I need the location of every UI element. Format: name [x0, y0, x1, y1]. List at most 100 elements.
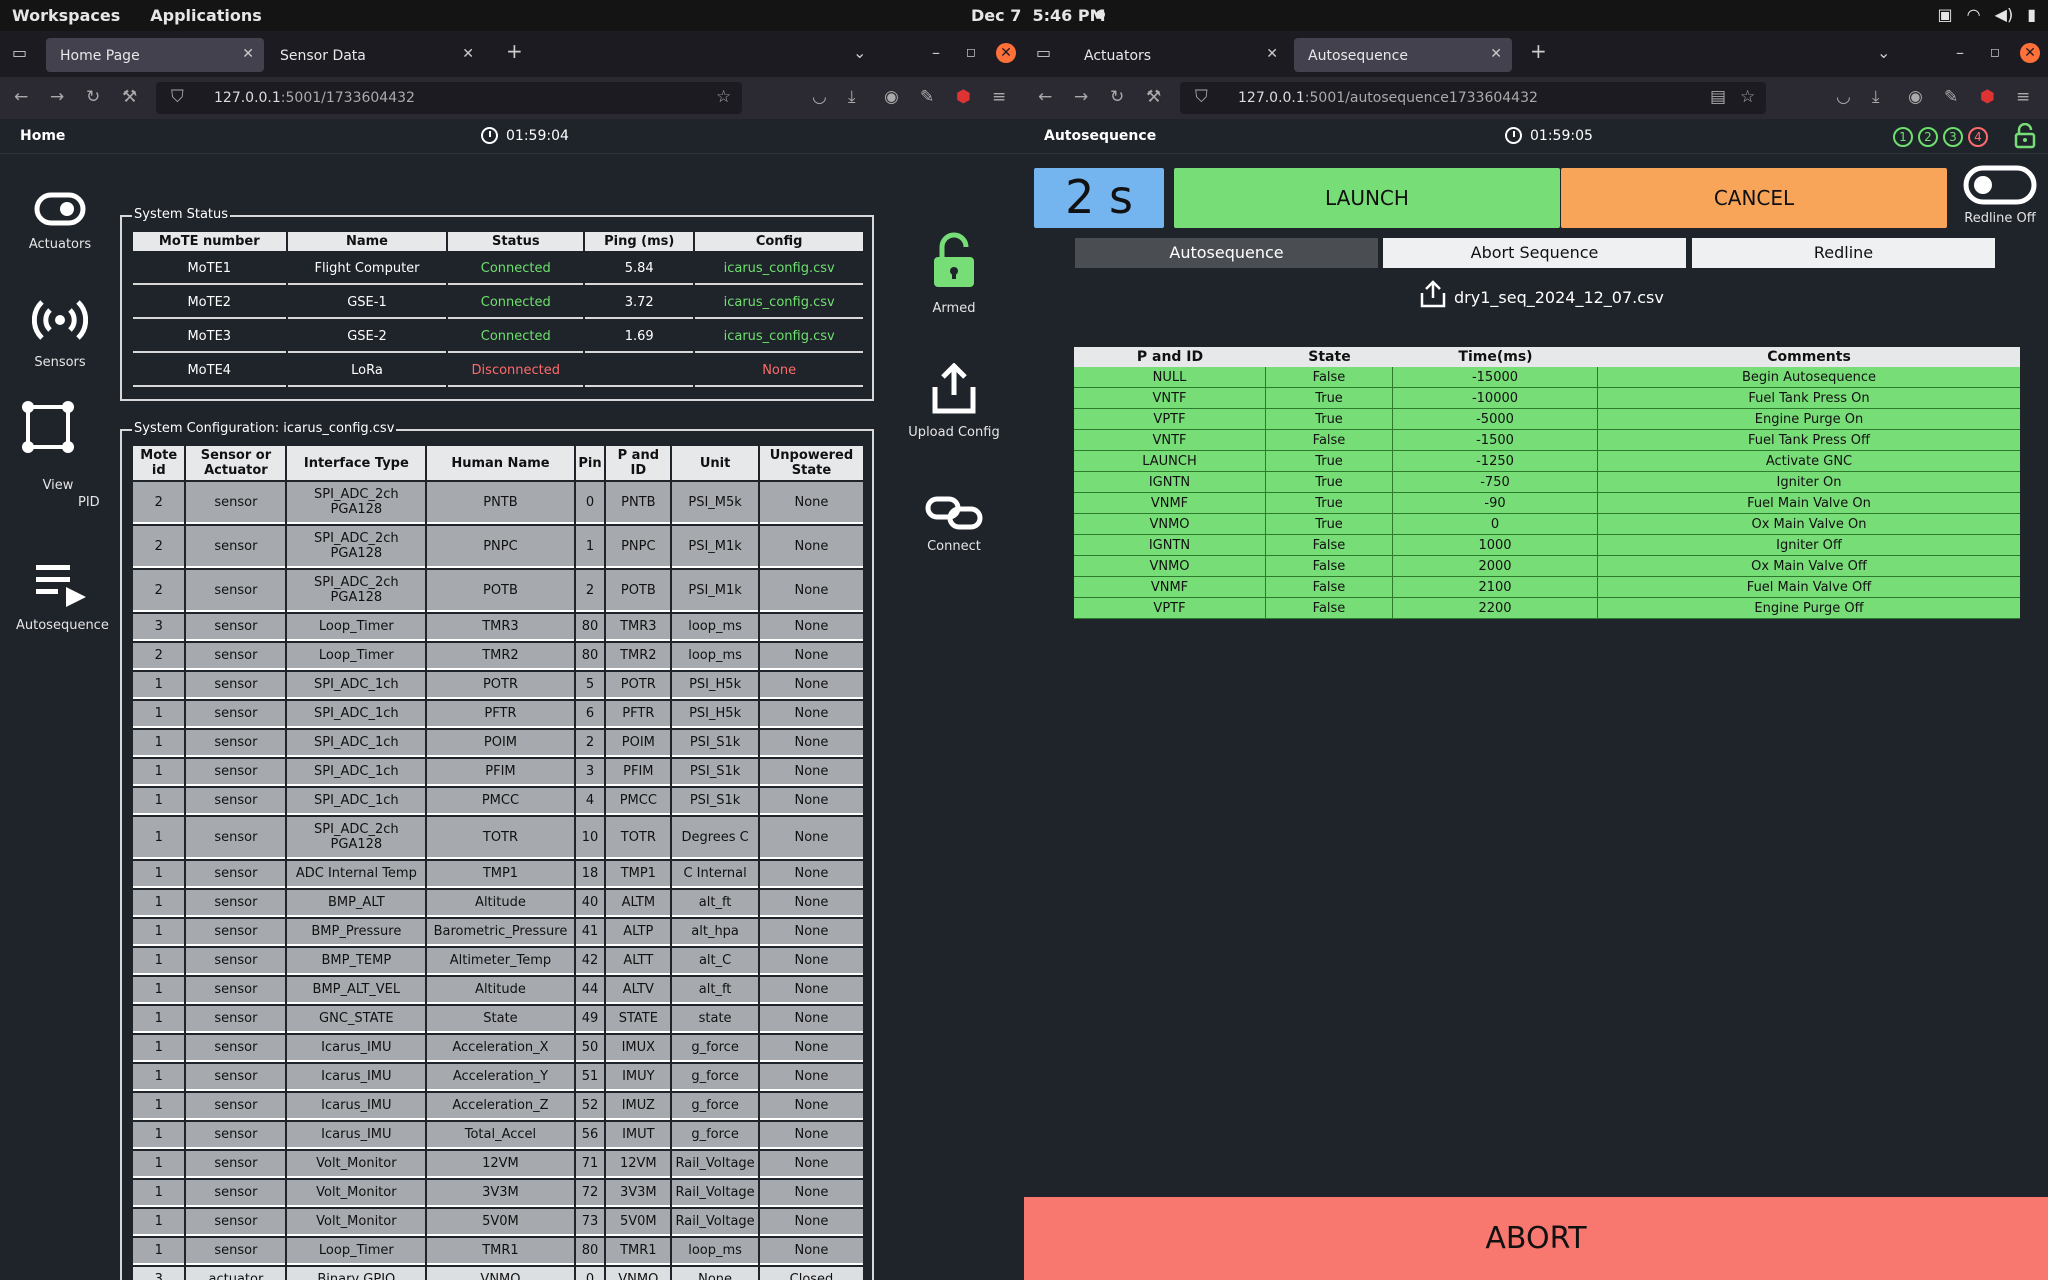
account-icon[interactable]: ◉	[1908, 87, 1923, 107]
tab-redline[interactable]: Redline	[1692, 238, 1995, 268]
redline-toggle[interactable]: Redline Off	[1962, 165, 2038, 226]
upload-config-button[interactable]: Upload Config	[894, 362, 1014, 440]
reader-view-icon[interactable]: ▤	[1710, 87, 1726, 107]
config-cell: sensor	[186, 614, 286, 641]
sidebar-item-actuators[interactable]: Actuators	[16, 189, 104, 252]
sequence-file[interactable]: dry1_seq_2024_12_07.csv	[1420, 280, 1664, 308]
armed-button[interactable]: Armed	[894, 231, 1014, 316]
sequence-cell: True	[1266, 451, 1393, 472]
account-icon[interactable]: ◉	[884, 87, 899, 107]
tab-list-icon[interactable]: ▭	[12, 43, 27, 62]
config-cell: PSI_S1k	[672, 759, 758, 786]
sequence-cell: -5000	[1393, 409, 1598, 430]
chevron-down-icon[interactable]: ⌄	[1877, 43, 1890, 62]
config-cell: sensor	[186, 1006, 286, 1033]
maximize-icon[interactable]: ◻	[966, 45, 976, 59]
config-cell: TMR3	[427, 614, 574, 641]
new-tab-icon[interactable]: +	[1530, 39, 1547, 63]
ublock-icon[interactable]: ⬢	[1980, 87, 1995, 107]
forward-icon[interactable]: →	[1074, 87, 1088, 107]
pocket-icon[interactable]: ◡	[812, 87, 827, 107]
window-close-icon[interactable]: ✕	[2020, 43, 2040, 63]
config-cell: 1	[133, 1006, 185, 1033]
sequence-cell: False	[1266, 577, 1393, 598]
tab-list-icon[interactable]: ▭	[1036, 43, 1051, 62]
tab-home-page[interactable]: Home Page ✕	[46, 38, 264, 72]
reload-icon[interactable]: ↻	[1110, 87, 1124, 107]
sequence-cell: 0	[1393, 514, 1598, 535]
workspaces-menu[interactable]: Workspaces	[12, 6, 120, 25]
tools-icon[interactable]: ⚒	[1146, 87, 1161, 107]
config-cell: SPI_ADC_2ch PGA128	[287, 817, 426, 859]
sequence-cell: 1000	[1393, 535, 1598, 556]
tab-sensor-data[interactable]: Sensor Data ✕	[266, 38, 484, 72]
url-bar[interactable]: 127.0.0.1:5001/autosequence1733604432	[1180, 82, 1766, 114]
sidebar-item-pid-view[interactable]: PID View	[16, 401, 104, 510]
forward-icon[interactable]: →	[50, 87, 64, 107]
config-cell: None	[672, 1267, 758, 1280]
shield-icon[interactable]: ⛉	[171, 87, 184, 107]
close-tab-icon[interactable]: ✕	[1490, 46, 1502, 62]
sidebar-item-sensors[interactable]: Sensors	[16, 296, 104, 370]
config-cell: SPI_ADC_2ch PGA128	[287, 570, 426, 612]
close-tab-icon[interactable]: ✕	[1266, 46, 1278, 62]
config-cell: sensor	[186, 919, 286, 946]
abort-button[interactable]: ABORT	[1024, 1197, 2048, 1280]
config-cell: PSI_S1k	[672, 730, 758, 757]
browser-window-right: ▭ Actuators ✕ Autosequence ✕ + ⌄ – ◻ ✕ ← →…	[1024, 31, 2048, 1280]
volume-icon[interactable]: ◀)	[1995, 5, 2014, 24]
menu-icon[interactable]: ≡	[992, 87, 1006, 107]
launch-button[interactable]: LAUNCH	[1174, 168, 1560, 228]
maximize-icon[interactable]: ◻	[1990, 45, 2000, 59]
reload-icon[interactable]: ↻	[86, 87, 100, 107]
close-tab-icon[interactable]: ✕	[462, 46, 474, 62]
download-icon[interactable]: ⤓	[848, 87, 856, 107]
battery-icon[interactable]: ▮	[2027, 5, 2036, 24]
config-cell: Rail_Voltage	[672, 1180, 758, 1207]
config-cell: None	[759, 1006, 863, 1033]
minimize-icon[interactable]: –	[1956, 43, 1964, 62]
tab-autosequence[interactable]: Autosequence ✕	[1294, 38, 1512, 72]
download-icon[interactable]: ⤓	[1872, 87, 1880, 107]
cancel-button[interactable]: CANCEL	[1561, 168, 1947, 228]
applications-menu[interactable]: Applications	[150, 6, 262, 25]
tab-autosequence-view[interactable]: Autosequence	[1075, 238, 1378, 268]
bookmark-star-icon[interactable]: ☆	[716, 87, 731, 107]
config-cell: 1	[133, 977, 185, 1004]
lock-icon[interactable]	[2014, 122, 2036, 153]
connect-button[interactable]: Connect	[894, 495, 1014, 554]
tab-actuators[interactable]: Actuators ✕	[1070, 38, 1288, 72]
new-tab-icon[interactable]: +	[506, 39, 523, 63]
config-cell: 1	[133, 1035, 185, 1062]
extensions-icon[interactable]: ✎	[1944, 87, 1958, 107]
back-icon[interactable]: ←	[14, 87, 28, 107]
tab-abort-sequence[interactable]: Abort Sequence	[1383, 238, 1686, 268]
config-cell: None	[759, 1180, 863, 1207]
toggle-icon	[16, 189, 104, 237]
config-cell: PFTR	[427, 701, 574, 728]
minimize-icon[interactable]: –	[932, 43, 940, 62]
config-cell: PSI_H5k	[672, 672, 758, 699]
pocket-icon[interactable]: ◡	[1836, 87, 1851, 107]
chevron-down-icon[interactable]: ⌄	[853, 43, 866, 62]
clock-display[interactable]: Dec 7 5:46 PM	[971, 6, 1105, 25]
bookmark-star-icon[interactable]: ☆	[1740, 87, 1755, 107]
tools-icon[interactable]: ⚒	[122, 87, 137, 107]
url-bar[interactable]: 127.0.0.1:5001/1733604432	[156, 82, 742, 114]
extensions-icon[interactable]: ✎	[920, 87, 934, 107]
wifi-icon[interactable]: ◠	[1967, 5, 1981, 24]
status-cell: Flight Computer	[287, 253, 447, 285]
back-icon[interactable]: ←	[1038, 87, 1052, 107]
config-cell: 0	[575, 1267, 605, 1280]
config-cell: VNMO	[427, 1267, 574, 1280]
shield-icon[interactable]: ⛉	[1195, 87, 1208, 107]
sidebar-item-autosequence[interactable]: Autosequence	[16, 559, 109, 633]
config-cell: PMCC	[606, 788, 671, 815]
table-row: VNMF True -90 Fuel Main Valve On	[1074, 493, 2020, 514]
ublock-icon[interactable]: ⬢	[956, 87, 971, 107]
screen-icon[interactable]: ▣	[1938, 5, 1953, 24]
close-tab-icon[interactable]: ✕	[242, 46, 254, 62]
config-cell: 2	[133, 482, 185, 524]
window-close-icon[interactable]: ✕	[996, 43, 1016, 63]
menu-icon[interactable]: ≡	[2016, 87, 2030, 107]
